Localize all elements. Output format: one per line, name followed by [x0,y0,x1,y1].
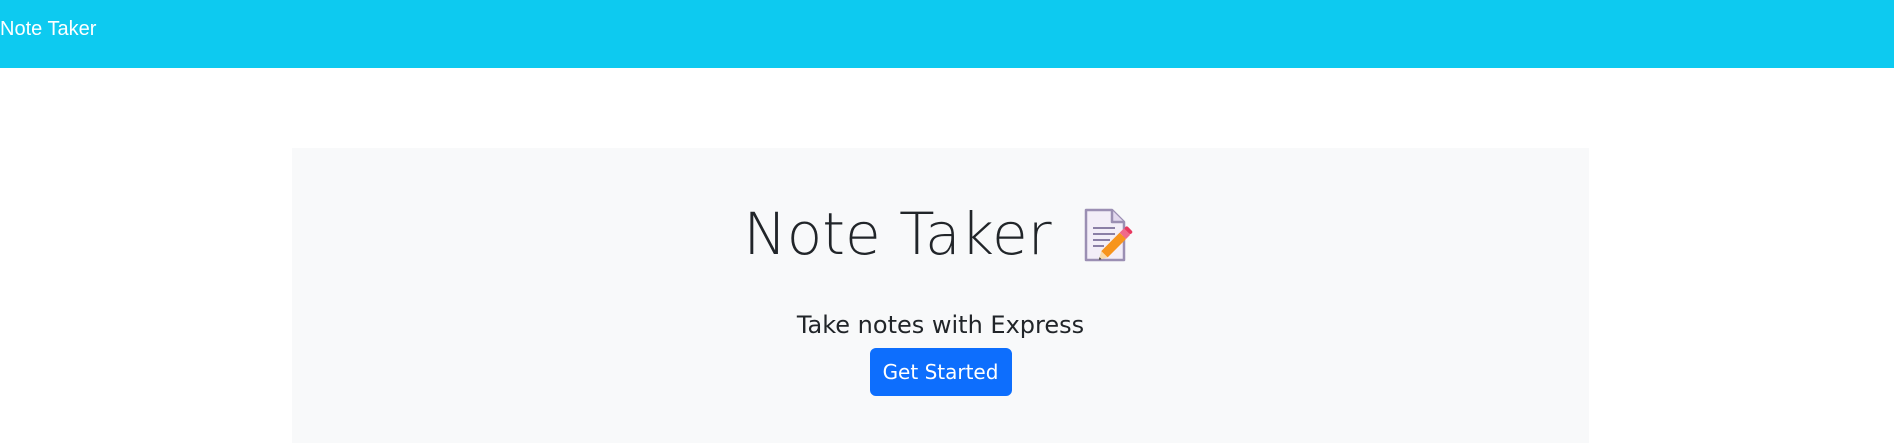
navbar-brand-link[interactable]: Note Taker [0,15,96,43]
memo-icon [1082,206,1138,266]
cta-wrapper: Get Started [292,348,1589,396]
get-started-button[interactable]: Get Started [869,348,1012,396]
page-title: Note Taker [743,200,1052,268]
hero-jumbotron: Note Taker Take notes with Express Get S… [292,148,1589,443]
navbar: Note Taker [0,0,1894,68]
hero-subtitle: Take notes with Express [796,311,1085,339]
hero-title-row: Note Taker [292,194,1589,274]
